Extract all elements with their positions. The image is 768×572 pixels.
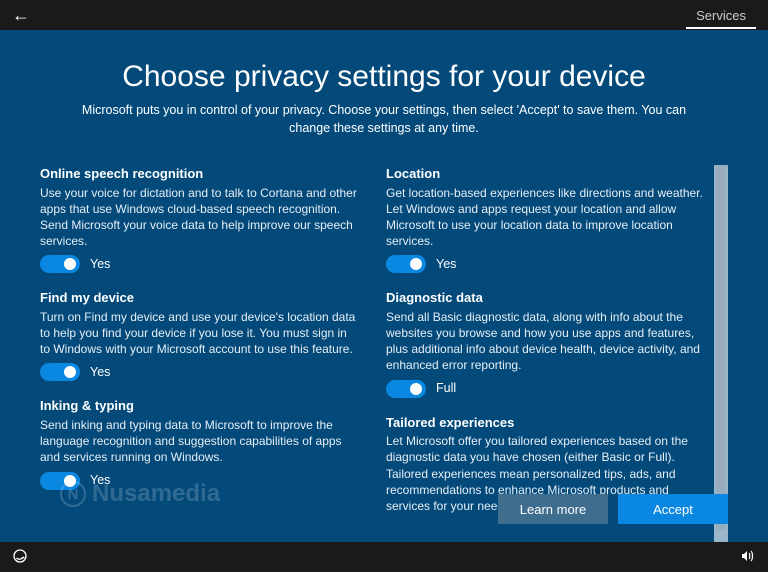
toggle-location[interactable] bbox=[386, 255, 426, 273]
scrollbar[interactable] bbox=[714, 165, 728, 542]
toggle-diagnostic[interactable] bbox=[386, 380, 426, 398]
watermark-text: Nusamedia bbox=[92, 480, 220, 508]
setting-desc: Get location-based experiences like dire… bbox=[386, 185, 706, 250]
setting-title: Online speech recognition bbox=[40, 165, 360, 183]
watermark-logo-icon: N bbox=[60, 481, 86, 507]
setting-location: Location Get location-based experiences … bbox=[386, 165, 706, 273]
setting-desc: Use your voice for dictation and to talk… bbox=[40, 185, 360, 250]
tab-services[interactable]: Services bbox=[686, 2, 756, 29]
back-arrow-icon[interactable]: ← bbox=[12, 5, 30, 26]
setting-desc: Send all Basic diagnostic data, along wi… bbox=[386, 309, 706, 374]
setting-desc: Send inking and typing data to Microsoft… bbox=[40, 417, 360, 466]
learn-more-button[interactable]: Learn more bbox=[498, 494, 608, 524]
page-subtitle: Microsoft puts you in control of your pr… bbox=[40, 102, 728, 137]
volume-icon[interactable] bbox=[740, 548, 756, 567]
toggle-diag-label: Full bbox=[436, 380, 456, 397]
setting-title: Diagnostic data bbox=[386, 289, 706, 307]
accept-button[interactable]: Accept bbox=[618, 494, 728, 524]
top-bar: ← Services bbox=[0, 0, 768, 30]
main-panel: Choose privacy settings for your device … bbox=[0, 30, 768, 542]
bottom-bar bbox=[0, 542, 768, 572]
page-title: Choose privacy settings for your device bbox=[40, 60, 728, 94]
toggle-speech[interactable] bbox=[40, 255, 80, 273]
setting-diagnostic-data: Diagnostic data Send all Basic diagnosti… bbox=[386, 289, 706, 397]
watermark: N Nusamedia bbox=[60, 480, 220, 508]
setting-inking-typing: Inking & typing Send inking and typing d… bbox=[40, 397, 360, 489]
setting-desc: Turn on Find my device and use your devi… bbox=[40, 309, 360, 358]
setting-title: Tailored experiences bbox=[386, 414, 706, 432]
setting-title: Inking & typing bbox=[40, 397, 360, 415]
settings-column-right: Location Get location-based experiences … bbox=[386, 165, 706, 542]
toggle-find-my-device[interactable] bbox=[40, 363, 80, 381]
scrollbar-thumb[interactable] bbox=[716, 165, 726, 530]
toggle-find-label: Yes bbox=[90, 364, 110, 381]
toggle-location-label: Yes bbox=[436, 256, 456, 273]
setting-speech: Online speech recognition Use your voice… bbox=[40, 165, 360, 273]
ease-of-access-icon[interactable] bbox=[12, 548, 28, 567]
setting-title: Find my device bbox=[40, 289, 360, 307]
setting-title: Location bbox=[386, 165, 706, 183]
setting-find-my-device: Find my device Turn on Find my device an… bbox=[40, 289, 360, 381]
toggle-speech-label: Yes bbox=[90, 256, 110, 273]
button-row: Learn more Accept bbox=[498, 494, 728, 524]
